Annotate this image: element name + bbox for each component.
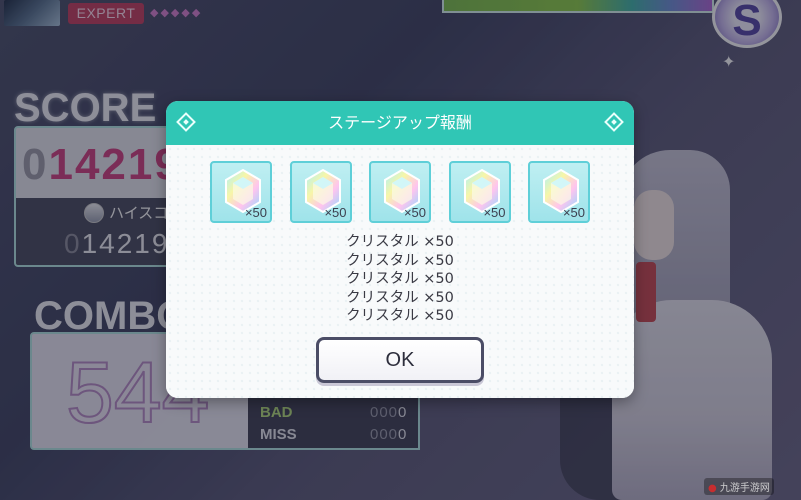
reward-quantity: ×50 bbox=[562, 205, 585, 220]
reward-line: クリスタル ×50 bbox=[346, 234, 454, 250]
reward-line: クリスタル ×50 bbox=[346, 252, 454, 269]
reward-tile[interactable]: ×50 bbox=[369, 161, 431, 223]
reward-tile[interactable]: ×50 bbox=[289, 161, 352, 223]
diamond-ornament-icon bbox=[176, 112, 196, 132]
reward-line: クリスタル ×50 bbox=[346, 308, 454, 324]
stage-up-reward-dialog: ステージアップ報酬 ×50 ×50 ×50 ×50 ×50 クリスタル ×50 … bbox=[166, 101, 634, 398]
reward-tile[interactable]: ×50 bbox=[448, 161, 511, 223]
reward-list: クリスタル ×50 クリスタル ×50 クリスタル ×50 クリスタル ×50 … bbox=[166, 233, 634, 326]
reward-tile[interactable]: ×50 bbox=[528, 161, 590, 223]
reward-line: クリスタル ×50 bbox=[346, 271, 454, 287]
dialog-title: ステージアップ報酬 bbox=[328, 113, 472, 132]
reward-quantity: ×50 bbox=[403, 205, 426, 220]
reward-icon-row: ×50 ×50 ×50 ×50 ×50 bbox=[210, 161, 590, 225]
dialog-body: ×50 ×50 ×50 ×50 ×50 クリスタル ×50 クリスタル ×50 … bbox=[166, 145, 634, 398]
reward-tile[interactable]: ×50 bbox=[210, 161, 272, 223]
reward-line: クリスタル ×50 bbox=[346, 289, 454, 306]
dialog-header: ステージアップ報酬 bbox=[166, 101, 634, 145]
ok-button[interactable]: OK bbox=[316, 337, 484, 383]
reward-quantity: ×50 bbox=[244, 205, 267, 220]
reward-quantity: ×50 bbox=[483, 205, 506, 220]
reward-quantity: ×50 bbox=[324, 205, 347, 220]
diamond-ornament-icon bbox=[604, 112, 624, 132]
